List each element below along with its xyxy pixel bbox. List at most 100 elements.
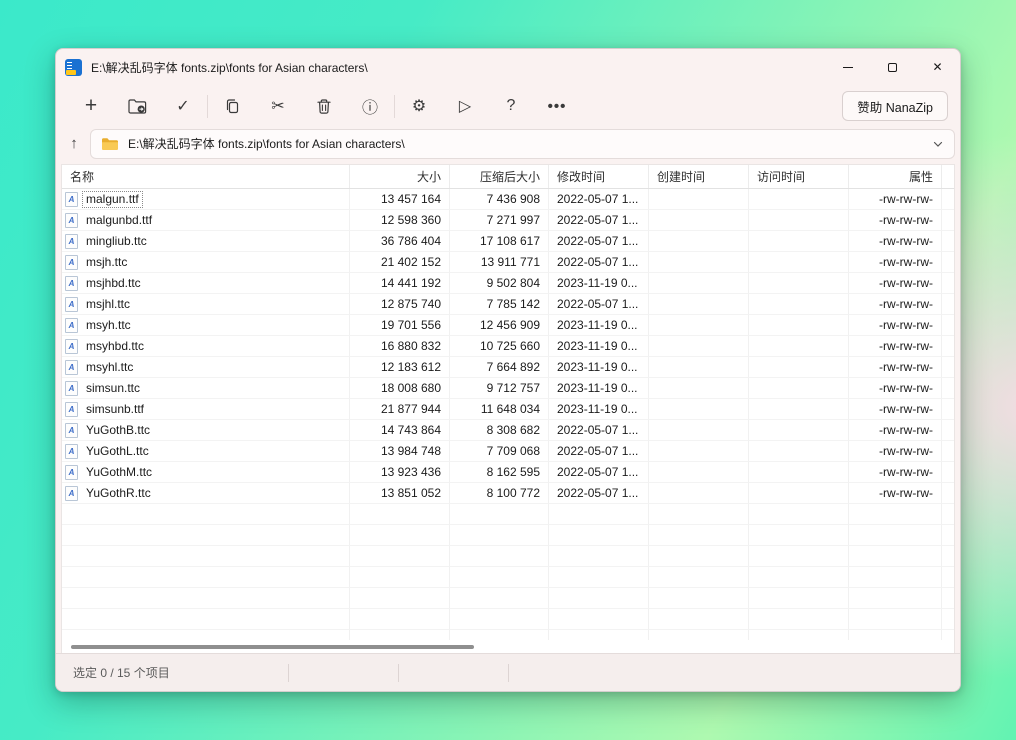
- file-name: msyhbd.ttc: [82, 338, 148, 355]
- info-button[interactable]: ⓘ: [347, 89, 393, 123]
- cell-filler: [942, 546, 955, 567]
- cell-filler: [942, 210, 955, 231]
- help-button[interactable]: ?: [488, 89, 534, 123]
- selection-status: 选定 0 / 15 个项目: [56, 664, 170, 681]
- cell-filler: [942, 609, 955, 630]
- cell-modified: 2023-11-19 0...: [549, 399, 649, 420]
- ellipsis-icon: •••: [548, 98, 567, 115]
- font-file-icon: A: [65, 381, 78, 396]
- table-row[interactable]: AYuGothM.ttc13 923 4368 162 5952022-05-0…: [62, 462, 954, 483]
- cell-size: 14 743 864: [350, 420, 450, 441]
- path-combobox[interactable]: E:\解决乱码字体 fonts.zip\fonts for Asian char…: [90, 129, 955, 159]
- benchmark-button[interactable]: ▷: [442, 89, 488, 123]
- table-row[interactable]: AYuGothR.ttc13 851 0528 100 7722022-05-0…: [62, 483, 954, 504]
- column-header-name[interactable]: 名称: [62, 165, 350, 188]
- cell-modified: [549, 546, 649, 567]
- table-row[interactable]: Asimsun.ttc18 008 6809 712 7572023-11-19…: [62, 378, 954, 399]
- file-name: msjhl.ttc: [82, 296, 134, 313]
- scrollbar-thumb[interactable]: [71, 645, 474, 649]
- column-header-attrs[interactable]: 属性: [849, 165, 942, 188]
- column-header-accessed[interactable]: 访问时间: [749, 165, 849, 188]
- cell-modified: 2023-11-19 0...: [549, 315, 649, 336]
- cell-created: [649, 273, 749, 294]
- table-row[interactable]: Amsjh.ttc21 402 15213 911 7712022-05-07 …: [62, 252, 954, 273]
- table-row[interactable]: Asimsunb.ttf21 877 94411 648 0342023-11-…: [62, 399, 954, 420]
- test-button[interactable]: ✓: [160, 89, 206, 123]
- statusbar-divider: [398, 664, 399, 682]
- more-button[interactable]: •••: [534, 89, 580, 123]
- chevron-down-icon[interactable]: [932, 138, 944, 150]
- cell-attrs: -rw-rw-rw-: [849, 420, 942, 441]
- sponsor-nanazip-button[interactable]: 赞助 NanaZip: [842, 91, 948, 121]
- cell-filler: [942, 483, 955, 504]
- table-row[interactable]: Amsyh.ttc19 701 55612 456 9092023-11-19 …: [62, 315, 954, 336]
- question-icon: ?: [507, 97, 516, 115]
- cell-filler: [942, 399, 955, 420]
- table-row[interactable]: Amingliub.ttc36 786 40417 108 6172022-05…: [62, 231, 954, 252]
- up-button[interactable]: ↑: [61, 129, 87, 158]
- file-name: malgun.ttf: [82, 191, 143, 208]
- file-name: msjh.ttc: [82, 254, 131, 271]
- table-row[interactable]: Amalgun.ttf13 457 1647 436 9082022-05-07…: [62, 189, 954, 210]
- cell-created: [649, 441, 749, 462]
- minimize-button[interactable]: [825, 49, 870, 85]
- settings-button[interactable]: ⚙: [396, 89, 442, 123]
- cell-created: [649, 420, 749, 441]
- column-header-size[interactable]: 大小: [350, 165, 450, 188]
- cell-packed: 9 712 757: [450, 378, 549, 399]
- table-row[interactable]: AYuGothB.ttc14 743 8648 308 6822022-05-0…: [62, 420, 954, 441]
- table-row[interactable]: Amsjhbd.ttc14 441 1929 502 8042023-11-19…: [62, 273, 954, 294]
- cell-size: 13 984 748: [350, 441, 450, 462]
- table-row[interactable]: AYuGothL.ttc13 984 7487 709 0682022-05-0…: [62, 441, 954, 462]
- cell-modified: [549, 567, 649, 588]
- cell-size: 12 183 612: [350, 357, 450, 378]
- cell-name: AYuGothL.ttc: [62, 441, 350, 462]
- empty-row: [62, 504, 954, 525]
- table-row[interactable]: Amsjhl.ttc12 875 7407 785 1422022-05-07 …: [62, 294, 954, 315]
- cell-attrs: [849, 609, 942, 630]
- cell-modified: 2022-05-07 1...: [549, 441, 649, 462]
- table-row[interactable]: Amsyhbd.ttc16 880 83210 725 6602023-11-1…: [62, 336, 954, 357]
- cell-filler: [942, 357, 955, 378]
- cell-filler: [942, 273, 955, 294]
- file-name: msjhbd.ttc: [82, 275, 145, 292]
- copy-icon: [224, 98, 241, 115]
- cell-attrs: -rw-rw-rw-: [849, 189, 942, 210]
- cell-accessed: [749, 189, 849, 210]
- cell-size: 13 923 436: [350, 462, 450, 483]
- table-row[interactable]: Amsyhl.ttc12 183 6127 664 8922023-11-19 …: [62, 357, 954, 378]
- cell-accessed: [749, 588, 849, 609]
- close-button[interactable]: ✕: [915, 49, 960, 85]
- cell-attrs: -rw-rw-rw-: [849, 378, 942, 399]
- copy-button[interactable]: [209, 89, 255, 123]
- cell-name: Amsyhbd.ttc: [62, 336, 350, 357]
- trash-icon: [316, 98, 332, 115]
- check-icon: ✓: [176, 96, 189, 116]
- cell-size: [350, 525, 450, 546]
- titlebar[interactable]: E:\解决乱码字体 fonts.zip\fonts for Asian char…: [56, 49, 960, 85]
- table-row[interactable]: Amalgunbd.ttf12 598 3607 271 9972022-05-…: [62, 210, 954, 231]
- add-button[interactable]: +: [68, 89, 114, 123]
- font-file-icon: A: [65, 360, 78, 375]
- cell-packed: 7 785 142: [450, 294, 549, 315]
- cell-accessed: [749, 231, 849, 252]
- cell-attrs: -rw-rw-rw-: [849, 252, 942, 273]
- cell-packed: 7 436 908: [450, 189, 549, 210]
- cell-modified: 2022-05-07 1...: [549, 210, 649, 231]
- move-button[interactable]: ✂: [255, 89, 301, 123]
- column-header-packed[interactable]: 压缩后大小: [450, 165, 549, 188]
- extract-button[interactable]: [114, 89, 160, 123]
- maximize-button[interactable]: [870, 49, 915, 85]
- nanazip-app-icon: [65, 59, 82, 76]
- cell-size: 21 402 152: [350, 252, 450, 273]
- cell-created: [649, 483, 749, 504]
- cell-filler: [942, 441, 955, 462]
- column-header-modified[interactable]: 修改时间: [549, 165, 649, 188]
- delete-button[interactable]: [301, 89, 347, 123]
- cell-filler: [942, 567, 955, 588]
- cell-filler: [942, 189, 955, 210]
- horizontal-scrollbar[interactable]: [62, 640, 954, 653]
- cell-packed: 10 725 660: [450, 336, 549, 357]
- column-header-created[interactable]: 创建时间: [649, 165, 749, 188]
- cell-name: [62, 567, 350, 588]
